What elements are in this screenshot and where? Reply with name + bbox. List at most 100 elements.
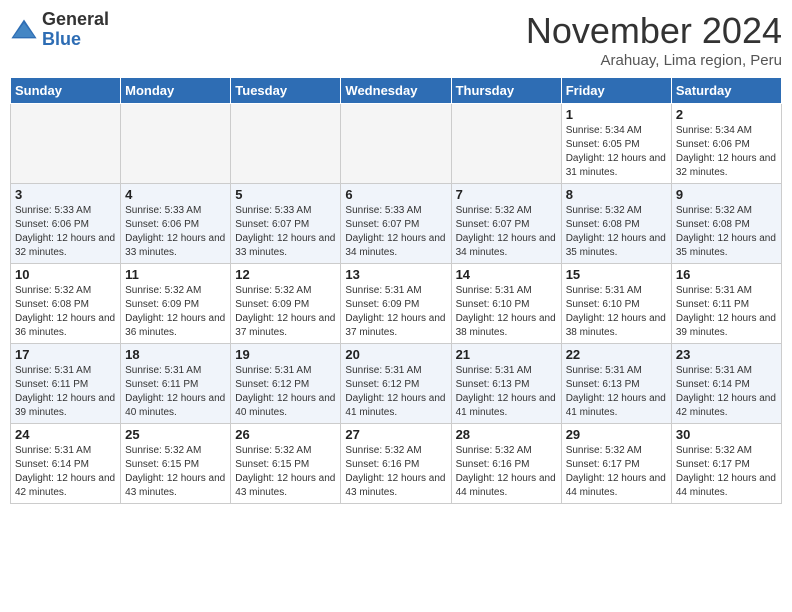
day-cell [231, 104, 341, 184]
logo-icon [10, 16, 38, 44]
title-block: November 2024 Arahuay, Lima region, Peru [526, 10, 782, 69]
location: Arahuay, Lima region, Peru [526, 52, 782, 69]
day-info: Sunrise: 5:32 AM Sunset: 6:16 PM Dayligh… [345, 444, 446, 500]
weekday-header-thursday: Thursday [451, 78, 561, 104]
day-info: Sunrise: 5:34 AM Sunset: 6:05 PM Dayligh… [566, 124, 667, 180]
day-number: 24 [15, 427, 116, 442]
day-number: 17 [15, 347, 116, 362]
day-number: 13 [345, 267, 446, 282]
day-cell [121, 104, 231, 184]
day-number: 28 [456, 427, 557, 442]
calendar: SundayMondayTuesdayWednesdayThursdayFrid… [10, 77, 782, 504]
week-row-3: 10 Sunrise: 5:32 AM Sunset: 6:08 PM Dayli… [11, 264, 782, 344]
day-cell [451, 104, 561, 184]
day-cell: 6 Sunrise: 5:33 AM Sunset: 6:07 PM Daylig… [341, 184, 451, 264]
day-cell: 17Sunrise: 5:31 AM Sunset: 6:11 PM Dayli… [11, 344, 121, 424]
day-info: Sunrise: 5:31 AM Sunset: 6:14 PM Dayligh… [15, 444, 116, 500]
day-info: Sunrise: 5:31 AM Sunset: 6:13 PM Dayligh… [456, 364, 557, 420]
weekday-header-row: SundayMondayTuesdayWednesdayThursdayFrid… [11, 78, 782, 104]
day-info: Sunrise: 5:33 AM Sunset: 6:06 PM Dayligh… [15, 204, 116, 260]
day-number: 27 [345, 427, 446, 442]
day-number: 3 [15, 187, 116, 202]
day-info: Sunrise: 5:33 AM Sunset: 6:07 PM Dayligh… [345, 204, 446, 260]
day-number: 19 [235, 347, 336, 362]
day-info: Sunrise: 5:33 AM Sunset: 6:07 PM Dayligh… [235, 204, 336, 260]
day-cell: 18 Sunrise: 5:31 AM Sunset: 6:11 PM Dayli… [121, 344, 231, 424]
day-cell: 5 Sunrise: 5:33 AM Sunset: 6:07 PM Daylig… [231, 184, 341, 264]
day-info: Sunrise: 5:33 AM Sunset: 6:06 PM Dayligh… [125, 204, 226, 260]
day-cell: 30Sunrise: 5:32 AM Sunset: 6:17 PM Dayli… [671, 424, 781, 504]
day-info: Sunrise: 5:31 AM Sunset: 6:14 PM Dayligh… [676, 364, 777, 420]
logo-text: General Blue [42, 10, 109, 50]
day-cell: 4Sunrise: 5:33 AM Sunset: 6:06 PM Daylig… [121, 184, 231, 264]
week-row-2: 3 Sunrise: 5:33 AM Sunset: 6:06 PM Daylig… [11, 184, 782, 264]
day-number: 21 [456, 347, 557, 362]
day-cell: 19 Sunrise: 5:31 AM Sunset: 6:12 PM Dayli… [231, 344, 341, 424]
logo: General Blue [10, 10, 109, 50]
day-number: 23 [676, 347, 777, 362]
day-cell: 16Sunrise: 5:31 AM Sunset: 6:11 PM Dayli… [671, 264, 781, 344]
day-number: 22 [566, 347, 667, 362]
day-cell: 29Sunrise: 5:32 AM Sunset: 6:17 PM Dayli… [561, 424, 671, 504]
day-cell: 2 Sunrise: 5:34 AM Sunset: 6:06 PM Daylig… [671, 104, 781, 184]
day-info: Sunrise: 5:32 AM Sunset: 6:15 PM Dayligh… [125, 444, 226, 500]
day-number: 12 [235, 267, 336, 282]
day-cell: 23 Sunrise: 5:31 AM Sunset: 6:14 PM Dayli… [671, 344, 781, 424]
day-cell: 24 Sunrise: 5:31 AM Sunset: 6:14 PM Dayli… [11, 424, 121, 504]
day-number: 11 [125, 267, 226, 282]
day-number: 6 [345, 187, 446, 202]
weekday-header-monday: Monday [121, 78, 231, 104]
logo-blue: Blue [42, 30, 109, 50]
month-title: November 2024 [526, 10, 782, 52]
day-number: 26 [235, 427, 336, 442]
weekday-header-wednesday: Wednesday [341, 78, 451, 104]
day-cell: 20Sunrise: 5:31 AM Sunset: 6:12 PM Dayli… [341, 344, 451, 424]
weekday-header-saturday: Saturday [671, 78, 781, 104]
day-cell: 25 Sunrise: 5:32 AM Sunset: 6:15 PM Dayli… [121, 424, 231, 504]
day-number: 30 [676, 427, 777, 442]
weekday-header-sunday: Sunday [11, 78, 121, 104]
day-info: Sunrise: 5:32 AM Sunset: 6:08 PM Dayligh… [676, 204, 777, 260]
day-cell [11, 104, 121, 184]
day-cell: 28Sunrise: 5:32 AM Sunset: 6:16 PM Dayli… [451, 424, 561, 504]
day-number: 18 [125, 347, 226, 362]
day-number: 16 [676, 267, 777, 282]
day-number: 10 [15, 267, 116, 282]
page-header: General Blue November 2024 Arahuay, Lima… [10, 10, 782, 69]
day-number: 7 [456, 187, 557, 202]
day-number: 29 [566, 427, 667, 442]
weekday-header-friday: Friday [561, 78, 671, 104]
day-cell: 14 Sunrise: 5:31 AM Sunset: 6:10 PM Dayli… [451, 264, 561, 344]
day-info: Sunrise: 5:31 AM Sunset: 6:10 PM Dayligh… [566, 284, 667, 340]
day-number: 14 [456, 267, 557, 282]
week-row-4: 17 Sunrise: 5:31 AM Sunset: 6:11 PM Dayli… [11, 344, 782, 424]
day-number: 15 [566, 267, 667, 282]
day-cell: 9Sunrise: 5:32 AM Sunset: 6:08 PM Daylig… [671, 184, 781, 264]
day-info: Sunrise: 5:32 AM Sunset: 6:08 PM Dayligh… [15, 284, 116, 340]
day-number: 8 [566, 187, 667, 202]
day-info: Sunrise: 5:32 AM Sunset: 6:08 PM Dayligh… [566, 204, 667, 260]
day-cell: 21 Sunrise: 5:31 AM Sunset: 6:13 PM Dayli… [451, 344, 561, 424]
day-info: Sunrise: 5:32 AM Sunset: 6:09 PM Dayligh… [125, 284, 226, 340]
day-cell: 11 Sunrise: 5:32 AM Sunset: 6:09 PM Dayli… [121, 264, 231, 344]
day-cell: 13 Sunrise: 5:31 AM Sunset: 6:09 PM Dayli… [341, 264, 451, 344]
day-number: 5 [235, 187, 336, 202]
day-number: 25 [125, 427, 226, 442]
day-cell: 15 Sunrise: 5:31 AM Sunset: 6:10 PM Dayli… [561, 264, 671, 344]
day-info: Sunrise: 5:31 AM Sunset: 6:12 PM Dayligh… [235, 364, 336, 420]
day-cell: 1Sunrise: 5:34 AM Sunset: 6:05 PM Daylig… [561, 104, 671, 184]
day-cell: 12Sunrise: 5:32 AM Sunset: 6:09 PM Dayli… [231, 264, 341, 344]
day-info: Sunrise: 5:31 AM Sunset: 6:10 PM Dayligh… [456, 284, 557, 340]
day-cell: 22 Sunrise: 5:31 AM Sunset: 6:13 PM Dayli… [561, 344, 671, 424]
day-info: Sunrise: 5:31 AM Sunset: 6:09 PM Dayligh… [345, 284, 446, 340]
day-info: Sunrise: 5:34 AM Sunset: 6:06 PM Dayligh… [676, 124, 777, 180]
day-info: Sunrise: 5:31 AM Sunset: 6:11 PM Dayligh… [125, 364, 226, 420]
day-cell: 7 Sunrise: 5:32 AM Sunset: 6:07 PM Daylig… [451, 184, 561, 264]
day-cell: 8 Sunrise: 5:32 AM Sunset: 6:08 PM Daylig… [561, 184, 671, 264]
day-info: Sunrise: 5:31 AM Sunset: 6:13 PM Dayligh… [566, 364, 667, 420]
day-info: Sunrise: 5:32 AM Sunset: 6:07 PM Dayligh… [456, 204, 557, 260]
day-cell: 27 Sunrise: 5:32 AM Sunset: 6:16 PM Dayli… [341, 424, 451, 504]
day-number: 2 [676, 107, 777, 122]
day-info: Sunrise: 5:31 AM Sunset: 6:12 PM Dayligh… [345, 364, 446, 420]
day-info: Sunrise: 5:32 AM Sunset: 6:15 PM Dayligh… [235, 444, 336, 500]
